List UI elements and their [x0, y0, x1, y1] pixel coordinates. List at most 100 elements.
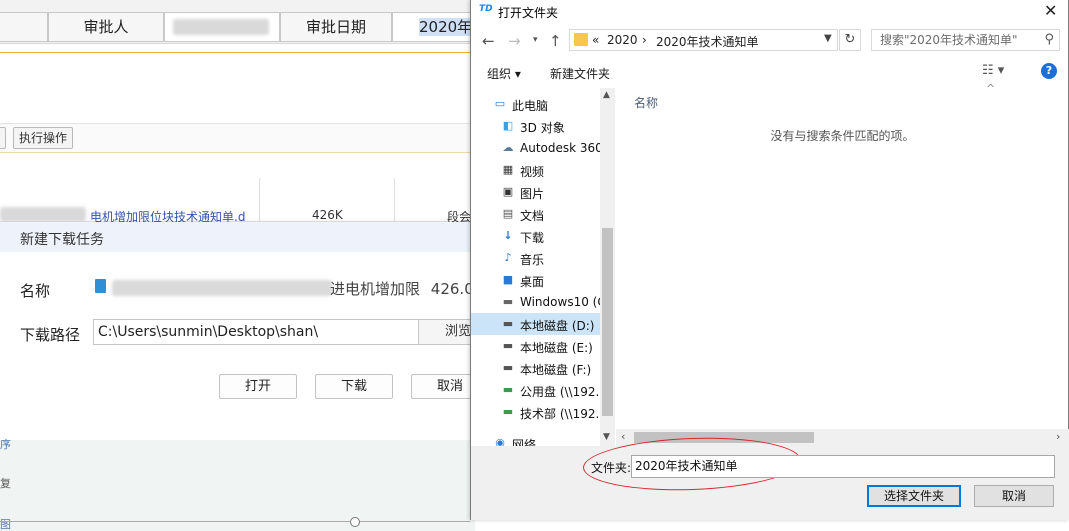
nav-item-network[interactable]: ◉ 网络	[471, 432, 615, 446]
cloud-icon: ☁	[502, 141, 514, 154]
back-arrow-icon[interactable]: ←	[482, 32, 495, 50]
breadcrumb-2020[interactable]: 2020	[607, 33, 638, 47]
column-header-name[interactable]: 名称	[634, 94, 658, 111]
scroll-down-icon[interactable]: ▼	[603, 432, 610, 442]
new-folder-button[interactable]: 新建文件夹	[550, 65, 610, 82]
nav-item-autodesk[interactable]: ☁ Autodesk 360	[471, 137, 615, 159]
nav-item-label: 音乐	[520, 253, 545, 267]
nav-item-label: 3D 对象	[520, 121, 565, 135]
background-footer: 序 复 图	[0, 438, 475, 531]
approve-date-label: 审批日期	[280, 12, 392, 42]
nav-item-drive-c[interactable]: ▬ Windows10 (C:	[471, 291, 615, 313]
blurred-file-name	[112, 280, 332, 296]
dialog-titlebar: 新建下载任务	[0, 222, 475, 252]
nav-item-label: Autodesk 360	[520, 141, 603, 155]
download-button[interactable]: 下载	[315, 374, 393, 399]
3d-objects-icon: ◧	[502, 119, 514, 132]
nav-item-downloads[interactable]: ↓ 下载	[471, 225, 615, 247]
up-arrow-icon[interactable]: ↑	[549, 32, 562, 50]
nav-item-pictures[interactable]: ▣ 图片	[471, 181, 615, 203]
drive-icon: ▬	[502, 317, 514, 330]
nav-item-label: 网络	[512, 438, 537, 446]
breadcrumb-prefix[interactable]: «	[592, 33, 599, 47]
search-placeholder: 搜索"2020年技术通知单"	[880, 33, 1018, 47]
folder-icon	[574, 33, 588, 46]
new-download-dialog: 新建下载任务 名称 进电机增加限 426.00 下载路径 C:\Users\su…	[0, 222, 489, 440]
approve-date-value[interactable]: 2020年	[392, 12, 482, 42]
nav-item-this-pc[interactable]: ▭ 此电脑	[471, 93, 615, 115]
select-folder-button[interactable]: 选择文件夹	[867, 485, 961, 507]
slider-handle[interactable]	[350, 517, 360, 527]
nav-item-label: 下载	[520, 231, 545, 245]
nav-item-drive-d[interactable]: ▬ 本地磁盘 (D:)	[471, 313, 615, 335]
view-options-icon[interactable]: ☷ ▾	[982, 63, 1004, 78]
folder-name-input[interactable]: 2020年技术通知单	[631, 455, 1055, 478]
approve-date-text: 2020年	[419, 18, 473, 36]
execute-action-button[interactable]: 执行操作	[13, 127, 74, 149]
organize-button[interactable]: 组织 ▾	[487, 65, 521, 82]
open-button[interactable]: 打开	[219, 374, 297, 399]
download-icon: ↓	[503, 229, 513, 242]
scroll-right-icon[interactable]: ›	[1056, 430, 1060, 443]
nav-item-documents[interactable]: ▤ 文档	[471, 203, 615, 225]
path-label: 下载路径	[20, 326, 81, 344]
open-folder-dialog: TD 打开文件夹 ✕ ← → ▾ ↑ « 2020 › 2020年技术通知单 ▼…	[470, 0, 1069, 520]
network-drive-icon: ▬	[502, 383, 514, 396]
address-bar[interactable]: « 2020 › 2020年技术通知单 ▼	[569, 29, 838, 51]
help-icon[interactable]: ?	[1041, 63, 1057, 79]
close-icon[interactable]: ✕	[1044, 1, 1057, 20]
nav-item-label: 视频	[520, 165, 545, 179]
scroll-left-icon[interactable]: ‹	[621, 430, 625, 443]
footer-text: 复	[0, 477, 11, 490]
browse-button[interactable]: 浏览	[418, 319, 478, 345]
divider	[0, 52, 475, 53]
refresh-icon[interactable]: ↻	[839, 29, 861, 51]
nav-item-drive-e[interactable]: ▬ 本地磁盘 (E:)	[471, 335, 615, 357]
nav-item-desktop[interactable]: ■ 桌面	[471, 269, 615, 291]
nav-item-drive-f[interactable]: ▬ 本地磁盘 (F:)	[471, 357, 615, 379]
action-button-partial[interactable]	[0, 127, 6, 149]
pictures-icon: ▣	[502, 185, 514, 198]
dialog-title: 新建下载任务	[20, 232, 104, 248]
nav-item-label: 本地磁盘 (F:)	[520, 363, 592, 377]
forward-arrow-icon[interactable]: →	[508, 32, 521, 50]
nav-item-public-share[interactable]: ▬ 公用盘 (\\192.1	[471, 379, 615, 401]
nav-item-label: 图片	[520, 187, 545, 201]
chevron-down-icon[interactable]: ▼	[824, 33, 832, 44]
file-size: 426K	[312, 208, 343, 222]
nav-item-label: Windows10 (C:	[520, 295, 610, 309]
file-list-pane[interactable]: ^ 名称 没有与搜索条件匹配的项。	[616, 82, 1069, 446]
cancel-button[interactable]: 取消	[974, 485, 1054, 507]
approver-label: 审批人	[48, 12, 164, 42]
network-drive-icon: ▬	[502, 405, 514, 418]
file-name-tail: 进电机增加限	[330, 280, 421, 298]
nav-item-label: 本地磁盘 (D:)	[520, 319, 595, 333]
computer-icon: ▭	[494, 97, 506, 110]
search-icon[interactable]: ⚲	[1044, 30, 1054, 50]
slider-track	[0, 521, 470, 522]
nav-item-3d-objects[interactable]: ◧ 3D 对象	[471, 115, 615, 137]
nav-item-tech-share[interactable]: ▬ 技术部 (\\192.1	[471, 401, 615, 423]
recent-dropdown-icon[interactable]: ▾	[533, 35, 538, 45]
scroll-up-icon[interactable]: ▲	[603, 90, 610, 100]
nav-item-label: 桌面	[520, 275, 545, 289]
nav-item-music[interactable]: ♪ 音乐	[471, 247, 615, 269]
scrollbar-thumb[interactable]	[602, 228, 613, 416]
nav-scrollbar[interactable]: ▲ ▼	[600, 88, 615, 446]
breadcrumb-current[interactable]: 2020年技术通知单	[656, 33, 759, 50]
desktop-icon: ■	[502, 273, 514, 286]
nav-item-videos[interactable]: ▦ 视频	[471, 159, 615, 181]
footer-text: 序	[0, 438, 11, 451]
sort-up-icon: ^	[986, 82, 996, 95]
app-logo-icon: TD	[479, 4, 493, 14]
download-path-input[interactable]: C:\Users\sunmin\Desktop\shan\	[93, 319, 419, 345]
column-divider	[259, 178, 260, 222]
file-icon	[95, 279, 106, 293]
dialog-footer: 文件夹: 2020年技术通知单 选择文件夹 取消	[471, 434, 1069, 520]
video-icon: ▦	[502, 163, 514, 176]
nav-item-label: 公用盘 (\\192.1	[520, 385, 607, 399]
network-icon: ◉	[495, 436, 505, 446]
search-input[interactable]: 搜索"2020年技术通知单" ⚲	[871, 29, 1060, 51]
approval-header: 审批人 审批日期 2020年	[0, 0, 482, 44]
approver-value	[164, 12, 280, 42]
